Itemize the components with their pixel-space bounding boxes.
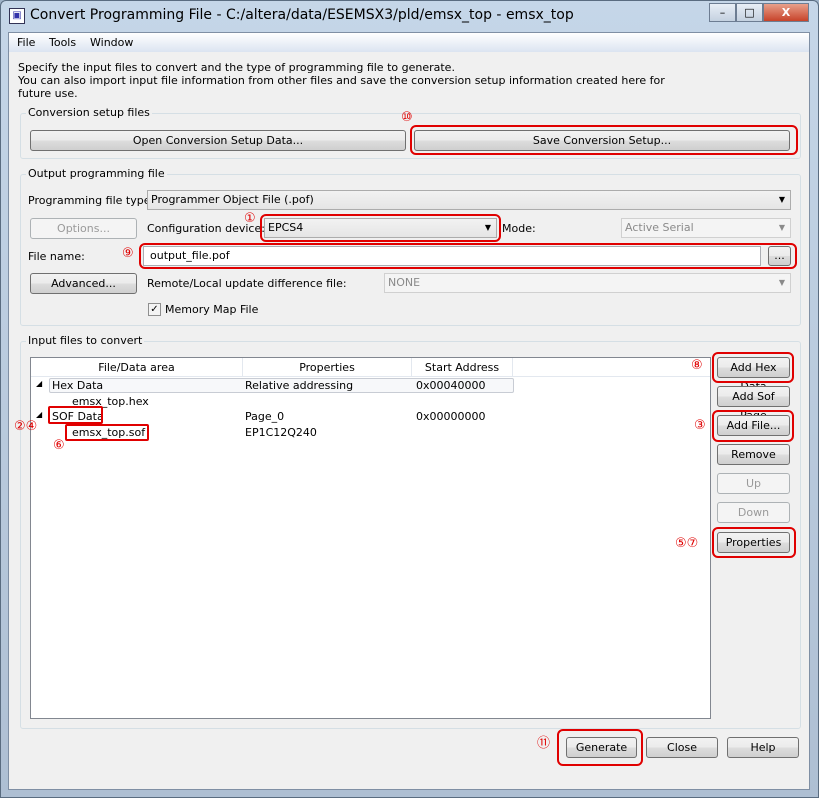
- minimize-button[interactable]: –: [709, 3, 736, 22]
- annotation-box: [410, 125, 798, 155]
- description-line: Specify the input files to convert and t…: [18, 61, 455, 74]
- memory-map-label: Memory Map File: [165, 303, 259, 316]
- input-files-table: [30, 357, 711, 719]
- menu-tools[interactable]: Tools: [49, 36, 76, 49]
- annotation-box: [557, 729, 643, 766]
- diff-file-label: Remote/Local update difference file:: [147, 277, 347, 290]
- diff-file-select[interactable]: NONE ▼: [384, 273, 791, 293]
- description-line: future use.: [18, 87, 78, 100]
- cell-address: 0x00000000: [416, 410, 486, 423]
- help-button[interactable]: Help: [727, 737, 799, 758]
- annotation-10: ⑩: [401, 110, 413, 125]
- annotation-3: ③: [694, 418, 706, 433]
- menu-window[interactable]: Window: [90, 36, 133, 49]
- down-button[interactable]: Down: [717, 502, 790, 523]
- file-name-label: File name:: [28, 250, 85, 263]
- column-header-properties[interactable]: Properties: [243, 358, 412, 377]
- file-type-select[interactable]: Programmer Object File (.pof) ▼: [147, 190, 791, 210]
- column-header-start-address[interactable]: Start Address: [412, 358, 513, 377]
- file-type-value: Programmer Object File (.pof): [151, 193, 314, 206]
- menu-file[interactable]: File: [17, 36, 35, 49]
- open-conversion-setup-button[interactable]: Open Conversion Setup Data...: [30, 130, 406, 151]
- annotation-box: [712, 527, 796, 558]
- cell-properties: Page_0: [245, 410, 285, 423]
- up-button[interactable]: Up: [717, 473, 790, 494]
- cell-properties: Relative addressing: [245, 379, 354, 392]
- column-header-empty: [513, 358, 710, 377]
- mode-label: Mode:: [502, 222, 536, 235]
- annotation-box: [712, 352, 794, 383]
- chevron-down-icon: ▼: [778, 278, 785, 287]
- annotation-box: [65, 424, 149, 441]
- output-file-label: Output programming file: [26, 167, 167, 180]
- conversion-setup-label: Conversion setup files: [26, 106, 152, 119]
- expand-icon[interactable]: ◢: [36, 379, 42, 388]
- input-files-label: Input files to convert: [26, 334, 145, 347]
- annotation-1: ①: [244, 211, 256, 226]
- annotation-box: [139, 243, 797, 269]
- advanced-button[interactable]: Advanced...: [30, 273, 137, 294]
- annotation-6: ⑥: [53, 438, 65, 453]
- window-title: Convert Programming File - C:/altera/dat…: [30, 7, 574, 23]
- close-button[interactable]: Close: [646, 737, 718, 758]
- remove-button[interactable]: Remove: [717, 444, 790, 465]
- options-button[interactable]: Options...: [30, 218, 137, 239]
- annotation-5-7: ⑤⑦: [675, 536, 699, 551]
- file-type-label: Programming file type:: [28, 194, 155, 207]
- add-sof-page-button[interactable]: Add Sof Page: [717, 386, 790, 422]
- chevron-down-icon: ▼: [778, 223, 785, 232]
- description: Specify the input files to convert and t…: [18, 61, 665, 100]
- app-icon: ▣: [9, 8, 25, 24]
- annotation-box: [712, 410, 794, 442]
- annotation-2-4: ②④: [14, 419, 38, 434]
- expand-icon[interactable]: ◢: [36, 410, 42, 419]
- annotation-11: ⑪: [537, 736, 551, 751]
- close-window-button[interactable]: X: [763, 3, 809, 22]
- mode-select[interactable]: Active Serial ▼: [621, 218, 791, 238]
- cell-properties: EP1C12Q240: [245, 426, 317, 439]
- annotation-8: ⑧: [691, 358, 703, 373]
- chevron-down-icon: ▼: [778, 195, 785, 204]
- cell-address: 0x00040000: [416, 379, 486, 392]
- memory-map-checkbox[interactable]: ✓: [148, 303, 161, 316]
- maximize-button[interactable]: □: [736, 3, 763, 22]
- diff-file-value: NONE: [388, 276, 421, 289]
- annotation-9: ⑨: [122, 246, 134, 261]
- annotation-box: [260, 214, 501, 242]
- table-row-hex-data[interactable]: Hex Data: [52, 379, 103, 392]
- mode-value: Active Serial: [625, 221, 694, 234]
- annotation-box: [48, 406, 103, 424]
- description-line: You can also import input file informati…: [18, 74, 665, 87]
- column-header-file[interactable]: File/Data area: [31, 358, 243, 377]
